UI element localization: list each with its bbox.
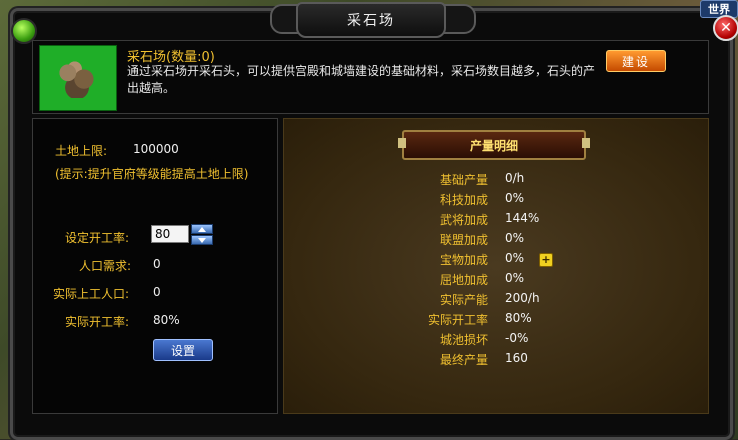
treasure-bonus-plus-icon[interactable]: + — [539, 253, 553, 267]
set-button[interactable]: 设置 — [153, 339, 213, 361]
production-detail-header: 产量明细 — [398, 130, 590, 160]
detail-value: -0% — [505, 331, 529, 345]
land-limit-hint: (提示:提升官府等级能提高土地上限) — [55, 167, 249, 181]
production-detail-panel: 产量明细 基础产量 0/h 科技加成 0% 武将加成 144% 联盟加成 0% … — [283, 118, 709, 414]
detail-value: 200/h — [505, 291, 540, 305]
detail-row: 联盟加成 0% — [284, 231, 708, 249]
world-button[interactable]: 世界 — [700, 0, 738, 18]
workforce-panel: 土地上限: 100000 (提示:提升官府等级能提高土地上限) 设定开工率: 人… — [32, 118, 278, 414]
actual-rate-label: 实际开工率: — [65, 315, 130, 329]
detail-row: 基础产量 0/h — [284, 171, 708, 189]
detail-label: 武将加成 — [439, 213, 488, 227]
detail-label: 屈地加成 — [439, 273, 488, 287]
title-ornament-right — [442, 4, 476, 34]
detail-value: 144% — [505, 211, 540, 225]
building-info-bar: 采石场(数量:0) 通过采石场开采石头，可以提供宫殿和城墙建设的基础材料，采石场… — [32, 40, 709, 114]
detail-label: 最终产量 — [439, 353, 488, 367]
detail-label: 联盟加成 — [439, 233, 488, 247]
detail-row: 城池损坏 -0% — [284, 331, 708, 349]
detail-value: 0% — [505, 191, 525, 205]
detail-label: 基础产量 — [439, 173, 488, 187]
detail-label: 宝物加成 — [439, 253, 488, 267]
detail-row: 最终产量 160 — [284, 351, 708, 369]
detail-row: 实际产能 200/h — [284, 291, 708, 309]
detail-value: 160 — [505, 351, 528, 365]
actual-workers-label: 实际上工人口: — [53, 287, 130, 301]
stepper-up-icon[interactable] — [191, 224, 213, 234]
quarry-thumbnail-icon — [39, 45, 117, 111]
detail-value: 0% — [505, 231, 525, 245]
actual-rate-value: 80% — [153, 313, 180, 327]
detail-label: 实际开工率 — [427, 313, 488, 327]
detail-value: 0/h — [505, 171, 525, 185]
detail-value: 0% — [505, 271, 525, 285]
set-rate-label: 设定开工率: — [65, 231, 130, 245]
detail-row: 武将加成 144% — [284, 211, 708, 229]
detail-row: 屈地加成 0% — [284, 271, 708, 289]
work-rate-stepper[interactable] — [191, 224, 213, 246]
detail-value: 80% — [505, 311, 532, 325]
detail-label: 城池损坏 — [439, 333, 488, 347]
detail-label: 实际产能 — [439, 293, 488, 307]
actual-workers-value: 0 — [153, 285, 161, 299]
stepper-down-icon[interactable] — [191, 235, 213, 245]
detail-row: 科技加成 0% — [284, 191, 708, 209]
detail-value: 0% — [505, 251, 525, 265]
close-icon[interactable]: ✕ — [713, 15, 738, 41]
detail-label: 科技加成 — [439, 193, 488, 207]
detail-row: 实际开工率 80% — [284, 311, 708, 329]
land-limit-label: 土地上限: — [55, 144, 108, 158]
work-rate-input[interactable] — [151, 225, 189, 243]
population-value: 0 — [153, 257, 161, 271]
window-title: 采石场 — [296, 2, 446, 38]
build-button[interactable]: 建设 — [606, 50, 666, 72]
building-description: 通过采石场开采石头，可以提供宫殿和城墙建设的基础材料，采石场数目越多，石头的产出… — [127, 64, 596, 95]
detail-row: 宝物加成 0% — [284, 251, 708, 269]
land-limit-value: 100000 — [133, 142, 179, 156]
population-label: 人口需求: — [79, 259, 132, 273]
